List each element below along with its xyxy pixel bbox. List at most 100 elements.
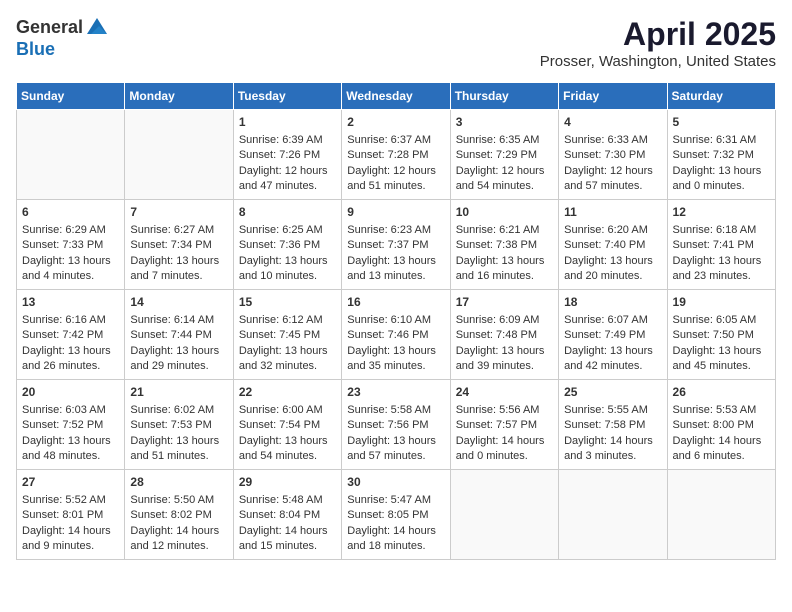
calendar-cell-w4-d4: 23Sunrise: 5:58 AMSunset: 7:56 PMDayligh… [342, 380, 450, 470]
day-number: 14 [130, 294, 227, 311]
logo-general-text: General [16, 18, 83, 38]
day-detail: Sunset: 7:32 PM [673, 148, 770, 163]
day-detail: Daylight: 13 hours [456, 344, 553, 359]
calendar-cell-w5-d7 [667, 470, 775, 560]
col-header-tuesday: Tuesday [233, 83, 341, 110]
day-number: 13 [22, 294, 119, 311]
day-detail: and 20 minutes. [564, 269, 661, 284]
page-subtitle: Prosser, Washington, United States [540, 53, 776, 70]
calendar-cell-w4-d1: 20Sunrise: 6:03 AMSunset: 7:52 PMDayligh… [17, 380, 125, 470]
calendar-cell-w5-d2: 28Sunrise: 5:50 AMSunset: 8:02 PMDayligh… [125, 470, 233, 560]
day-detail: Sunrise: 6:14 AM [130, 313, 227, 328]
day-detail: Sunrise: 6:33 AM [564, 133, 661, 148]
day-detail: Daylight: 12 hours [239, 164, 336, 179]
day-detail: Sunrise: 6:35 AM [456, 133, 553, 148]
day-detail: Sunset: 7:37 PM [347, 238, 444, 253]
day-detail: Sunset: 7:56 PM [347, 418, 444, 433]
calendar-header-row: SundayMondayTuesdayWednesdayThursdayFrid… [17, 83, 776, 110]
day-detail: Sunrise: 6:23 AM [347, 223, 444, 238]
day-detail: Sunset: 7:28 PM [347, 148, 444, 163]
calendar-cell-w4-d2: 21Sunrise: 6:02 AMSunset: 7:53 PMDayligh… [125, 380, 233, 470]
day-detail: and 47 minutes. [239, 179, 336, 194]
day-number: 8 [239, 204, 336, 221]
day-number: 21 [130, 384, 227, 401]
day-detail: Sunset: 7:42 PM [22, 328, 119, 343]
day-detail: and 9 minutes. [22, 539, 119, 554]
col-header-saturday: Saturday [667, 83, 775, 110]
day-detail: and 12 minutes. [130, 539, 227, 554]
day-detail: Daylight: 13 hours [673, 164, 770, 179]
day-detail: Sunrise: 5:55 AM [564, 403, 661, 418]
calendar-cell-w3-d5: 17Sunrise: 6:09 AMSunset: 7:48 PMDayligh… [450, 290, 558, 380]
day-detail: Sunset: 8:05 PM [347, 508, 444, 523]
day-number: 23 [347, 384, 444, 401]
day-detail: Daylight: 14 hours [347, 524, 444, 539]
day-detail: Daylight: 12 hours [347, 164, 444, 179]
day-detail: Sunset: 7:44 PM [130, 328, 227, 343]
day-detail: Daylight: 13 hours [347, 434, 444, 449]
day-detail: and 16 minutes. [456, 269, 553, 284]
calendar-cell-w3-d2: 14Sunrise: 6:14 AMSunset: 7:44 PMDayligh… [125, 290, 233, 380]
calendar-cell-w1-d1 [17, 110, 125, 200]
day-detail: and 15 minutes. [239, 539, 336, 554]
day-detail: Sunrise: 6:20 AM [564, 223, 661, 238]
day-number: 12 [673, 204, 770, 221]
day-detail: Sunrise: 6:02 AM [130, 403, 227, 418]
calendar-cell-w1-d6: 4Sunrise: 6:33 AMSunset: 7:30 PMDaylight… [559, 110, 667, 200]
day-detail: Daylight: 12 hours [456, 164, 553, 179]
day-detail: Sunset: 7:26 PM [239, 148, 336, 163]
calendar: SundayMondayTuesdayWednesdayThursdayFrid… [16, 82, 776, 560]
calendar-cell-w2-d1: 6Sunrise: 6:29 AMSunset: 7:33 PMDaylight… [17, 200, 125, 290]
day-detail: Sunrise: 6:27 AM [130, 223, 227, 238]
day-detail: Sunset: 7:34 PM [130, 238, 227, 253]
day-detail: Sunset: 7:41 PM [673, 238, 770, 253]
calendar-week-5: 27Sunrise: 5:52 AMSunset: 8:01 PMDayligh… [17, 470, 776, 560]
day-detail: and 18 minutes. [347, 539, 444, 554]
day-detail: Daylight: 13 hours [239, 344, 336, 359]
day-detail: Sunset: 7:40 PM [564, 238, 661, 253]
calendar-cell-w4-d6: 25Sunrise: 5:55 AMSunset: 7:58 PMDayligh… [559, 380, 667, 470]
day-detail: and 32 minutes. [239, 359, 336, 374]
day-number: 7 [130, 204, 227, 221]
calendar-cell-w1-d7: 5Sunrise: 6:31 AMSunset: 7:32 PMDaylight… [667, 110, 775, 200]
logo-blue-text: Blue [16, 39, 55, 59]
day-detail: Daylight: 13 hours [564, 344, 661, 359]
day-number: 6 [22, 204, 119, 221]
day-detail: Daylight: 12 hours [564, 164, 661, 179]
day-detail: Sunrise: 6:29 AM [22, 223, 119, 238]
day-number: 4 [564, 114, 661, 131]
calendar-cell-w2-d6: 11Sunrise: 6:20 AMSunset: 7:40 PMDayligh… [559, 200, 667, 290]
day-detail: and 3 minutes. [564, 449, 661, 464]
calendar-cell-w3-d4: 16Sunrise: 6:10 AMSunset: 7:46 PMDayligh… [342, 290, 450, 380]
day-detail: Sunset: 7:29 PM [456, 148, 553, 163]
day-number: 10 [456, 204, 553, 221]
day-detail: and 29 minutes. [130, 359, 227, 374]
day-detail: and 42 minutes. [564, 359, 661, 374]
calendar-cell-w2-d5: 10Sunrise: 6:21 AMSunset: 7:38 PMDayligh… [450, 200, 558, 290]
page-title: April 2025 [540, 16, 776, 53]
calendar-week-2: 6Sunrise: 6:29 AMSunset: 7:33 PMDaylight… [17, 200, 776, 290]
day-detail: Daylight: 14 hours [564, 434, 661, 449]
day-detail: Sunrise: 6:07 AM [564, 313, 661, 328]
calendar-cell-w2-d2: 7Sunrise: 6:27 AMSunset: 7:34 PMDaylight… [125, 200, 233, 290]
day-detail: Sunset: 7:52 PM [22, 418, 119, 433]
calendar-cell-w5-d3: 29Sunrise: 5:48 AMSunset: 8:04 PMDayligh… [233, 470, 341, 560]
day-number: 17 [456, 294, 553, 311]
day-detail: Daylight: 13 hours [239, 434, 336, 449]
day-detail: Daylight: 14 hours [456, 434, 553, 449]
day-detail: Daylight: 13 hours [22, 254, 119, 269]
calendar-cell-w1-d5: 3Sunrise: 6:35 AMSunset: 7:29 PMDaylight… [450, 110, 558, 200]
day-detail: Daylight: 14 hours [130, 524, 227, 539]
day-detail: Sunset: 7:53 PM [130, 418, 227, 433]
calendar-cell-w2-d4: 9Sunrise: 6:23 AMSunset: 7:37 PMDaylight… [342, 200, 450, 290]
day-detail: Sunrise: 6:05 AM [673, 313, 770, 328]
day-number: 24 [456, 384, 553, 401]
day-detail: and 51 minutes. [130, 449, 227, 464]
day-detail: Sunset: 7:36 PM [239, 238, 336, 253]
day-detail: Sunrise: 6:31 AM [673, 133, 770, 148]
day-detail: Sunrise: 6:21 AM [456, 223, 553, 238]
calendar-cell-w4-d5: 24Sunrise: 5:56 AMSunset: 7:57 PMDayligh… [450, 380, 558, 470]
day-detail: Daylight: 13 hours [456, 254, 553, 269]
day-detail: Sunrise: 6:37 AM [347, 133, 444, 148]
day-detail: Daylight: 13 hours [564, 254, 661, 269]
